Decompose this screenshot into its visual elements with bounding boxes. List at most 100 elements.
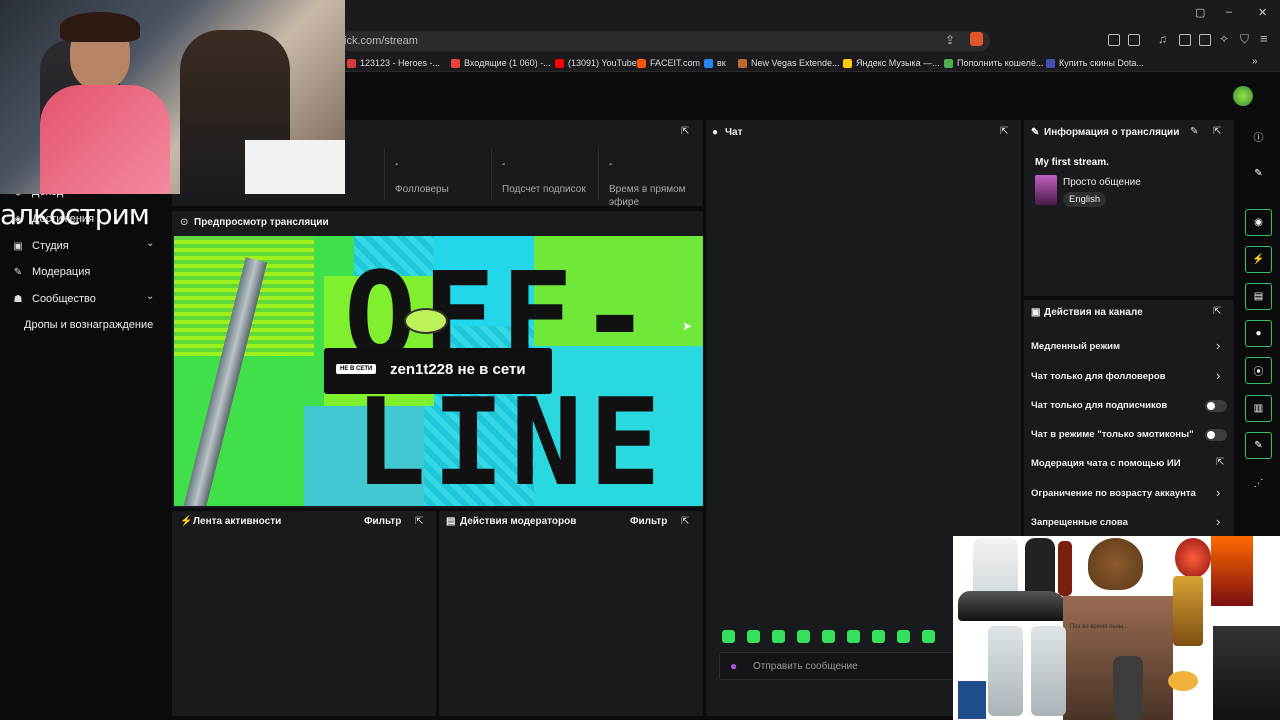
emote-icon[interactable]	[797, 630, 810, 643]
channel-action-label[interactable]: Ограничение по возрасту аккаунта	[1031, 488, 1196, 499]
bookmark-label: (13091) YouTube	[568, 58, 637, 68]
lightning-icon[interactable]: ⚡	[1245, 246, 1272, 273]
toggle-switch[interactable]	[1205, 429, 1227, 441]
vpn-shield-icon[interactable]: ⛉	[1240, 32, 1249, 47]
person-shirt	[40, 85, 170, 194]
bookmark-item[interactable]: вк	[704, 56, 726, 70]
popout-icon[interactable]: ⇱	[1213, 126, 1221, 137]
extension-icon[interactable]	[1108, 34, 1120, 46]
bookmark-favicon-icon	[738, 58, 747, 68]
popout-icon[interactable]: ⇱	[681, 516, 689, 527]
emote-icon[interactable]	[772, 630, 785, 643]
activity-panel	[172, 511, 436, 716]
url-text: ick.com/stream	[344, 35, 418, 47]
server-icon[interactable]: ▥	[1245, 395, 1272, 422]
sidebar-item-4[interactable]: ✎ Модерация	[12, 266, 91, 278]
emote-icon[interactable]	[847, 630, 860, 643]
camera-icon[interactable]: ◉	[1245, 209, 1272, 236]
document-icon[interactable]: ▤	[1245, 283, 1272, 310]
close-window-button[interactable]: ✕	[1258, 6, 1267, 19]
chevron-right-icon[interactable]: ›	[1216, 485, 1220, 500]
sidebar-item-5[interactable]: ☗ Сообщество	[12, 293, 96, 305]
bookmark-label: 123123 - Heroes -...	[360, 58, 441, 68]
popout-icon[interactable]: ⇱	[1213, 306, 1221, 317]
bookmark-favicon-icon	[1046, 58, 1055, 68]
wallet-icon[interactable]	[1199, 34, 1211, 46]
chevron-down-icon[interactable]: ⌄	[146, 238, 154, 249]
poop-emoji	[1088, 538, 1143, 590]
meme-collage-overlay: Пиз во время пьны...	[953, 536, 1280, 720]
bookmark-label: FACEIT.com	[650, 58, 701, 68]
broadcast-icon[interactable]: ⦿	[1245, 357, 1272, 384]
bookmark-item[interactable]: New Vegas Extende...	[738, 56, 840, 70]
bookmark-item[interactable]: Входящие (1 060) -...	[451, 56, 551, 70]
channel-action-label[interactable]: Модерация чата с помощью ИИ	[1031, 458, 1181, 469]
leo-ai-icon[interactable]: ✧	[1219, 32, 1229, 46]
user-avatar[interactable]	[1233, 86, 1253, 106]
restore-button[interactable]: ▢	[1195, 6, 1205, 19]
category-name[interactable]: Просто общение	[1063, 177, 1141, 188]
sidebar-item-3[interactable]: ▣ Студия	[12, 240, 69, 252]
emote-icon[interactable]	[822, 630, 835, 643]
sidebar-item-6[interactable]: Дропы и вознаграждение	[24, 319, 153, 331]
chat-input[interactable]: ● Отправить сообщение	[719, 652, 955, 680]
minimize-button[interactable]: –	[1226, 6, 1232, 18]
emote-icon[interactable]	[722, 630, 735, 643]
microphone-icon[interactable]: ●	[730, 659, 737, 673]
chevron-right-icon[interactable]: ›	[1216, 338, 1220, 353]
music-icon[interactable]: ♫	[1158, 32, 1167, 46]
bookmark-item[interactable]: Яндекс Музыка —...	[843, 56, 940, 70]
vodka-bottle	[1031, 626, 1066, 716]
brave-shield-icon[interactable]	[970, 32, 983, 46]
toggle-switch[interactable]	[1205, 400, 1227, 412]
share-icon[interactable]: ⇪	[945, 33, 955, 47]
external-link-icon[interactable]: ⇱	[1216, 457, 1224, 468]
popout-icon[interactable]: ⇱	[681, 126, 689, 137]
person-hair	[60, 12, 140, 42]
chat-icon: ●	[712, 127, 719, 138]
popout-icon[interactable]: ⇱	[415, 516, 423, 527]
chips-bowl	[1168, 671, 1198, 691]
pencil-icon[interactable]: ✎	[1245, 160, 1272, 187]
channel-action-label[interactable]: Запрещенные слова	[1031, 517, 1128, 528]
offline-graphic-text: LINE	[354, 374, 667, 506]
sidebar-item-label: Сообщество	[32, 293, 96, 305]
more-dots-icon[interactable]: ⋰	[1245, 470, 1272, 497]
chat-bubble-icon[interactable]: ●	[1245, 320, 1272, 347]
bookmark-item[interactable]: 123123 - Heroes -...	[347, 56, 440, 70]
bookmark-label: Пополнить кошелё...	[957, 58, 1044, 68]
url-field[interactable]: ick.com/stream	[340, 31, 990, 51]
sidebar-toggle-icon[interactable]	[1179, 34, 1191, 46]
preview-icon: ⊙	[180, 217, 189, 228]
emote-icon[interactable]	[922, 630, 935, 643]
offline-tag: НЕ В СЕТИ	[336, 364, 377, 374]
mouse-cursor: ➤	[682, 319, 693, 333]
menu-icon[interactable]: ≡	[1260, 31, 1268, 46]
wrench-tool-icon[interactable]: ✎	[1245, 432, 1272, 459]
edit-icon[interactable]: ✎	[1190, 126, 1198, 137]
more-bookmarks-button[interactable]: »	[1252, 56, 1258, 67]
bookmark-item[interactable]: FACEIT.com	[637, 56, 700, 70]
info-icon[interactable]: ⓘ	[1245, 123, 1272, 150]
chevron-right-icon[interactable]: ›	[1216, 514, 1220, 529]
channel-action-label[interactable]: Чат только для фолловеров	[1031, 371, 1165, 382]
chevron-down-icon[interactable]: ⌄	[146, 291, 154, 302]
channel-action-label[interactable]: Чат только для подписчиков	[1031, 400, 1167, 411]
bookmark-favicon-icon	[347, 58, 356, 68]
emote-icon[interactable]	[897, 630, 910, 643]
bookmark-item[interactable]: Пополнить кошелё...	[944, 56, 1043, 70]
bookmark-item[interactable]: (13091) YouTube	[555, 56, 637, 70]
popout-icon[interactable]: ⇱	[1000, 126, 1008, 137]
channel-action-label[interactable]: Чат в режиме "только эмотиконы"	[1031, 429, 1194, 440]
vodka-bottle	[988, 626, 1023, 716]
chevron-right-icon[interactable]: ›	[1216, 368, 1220, 383]
man-figure	[1025, 538, 1055, 598]
activity-filter-button[interactable]: Фильтр	[364, 516, 401, 527]
chat-placeholder: Отправить сообщение	[753, 661, 858, 672]
emote-icon[interactable]	[747, 630, 760, 643]
mod-actions-filter-button[interactable]: Фильтр	[630, 516, 667, 527]
emote-icon[interactable]	[872, 630, 885, 643]
bookmark-item[interactable]: Купить скины Dota...	[1046, 56, 1144, 70]
screenshot-icon[interactable]	[1128, 34, 1140, 46]
channel-action-label[interactable]: Медленный режим	[1031, 341, 1120, 352]
